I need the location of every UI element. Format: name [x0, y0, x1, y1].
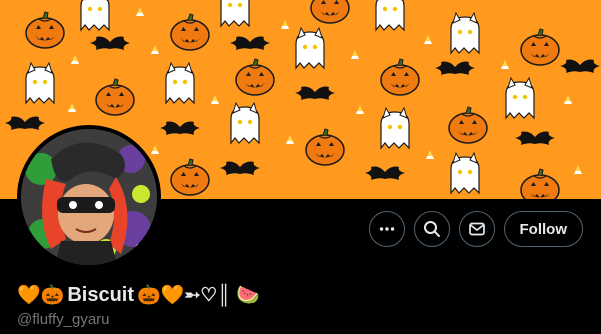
more-icon [379, 227, 394, 231]
user-handle: @fluffy_gyaru [17, 311, 110, 328]
profile-avatar[interactable] [17, 125, 161, 269]
display-name-row: 🧡🎃 Biscuit 🎃🧡➵♡║ 🍉 [17, 284, 260, 307]
follow-button[interactable]: Follow [503, 211, 583, 247]
search-button[interactable] [413, 211, 450, 247]
profile-actions: Follow [368, 211, 583, 247]
search-icon [423, 221, 440, 237]
more-button[interactable] [368, 211, 405, 247]
name-suffix-emoji: 🎃🧡➵♡║ 🍉 [137, 285, 260, 306]
message-icon [468, 222, 485, 236]
name-prefix-emoji: 🧡🎃 [17, 285, 65, 306]
message-button[interactable] [458, 211, 495, 247]
display-name: Biscuit [67, 284, 135, 306]
avatar-illustration [21, 129, 157, 265]
